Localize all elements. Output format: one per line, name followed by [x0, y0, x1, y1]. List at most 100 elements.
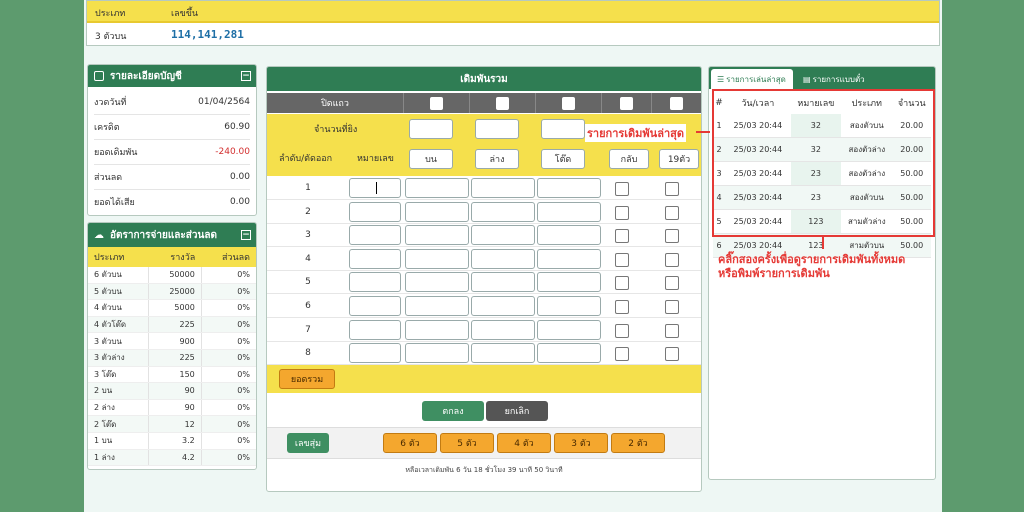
ok-button[interactable]: ตกลง	[422, 401, 484, 421]
bet-top-input[interactable]	[405, 248, 469, 269]
recent-row[interactable]: 4 25/03 20:44 23 สองตัวบน 50.00	[713, 185, 931, 210]
bet-entry-row: 6	[267, 295, 701, 318]
amount-top-input[interactable]	[409, 119, 453, 139]
cancel-button[interactable]: ยกเลิก	[486, 401, 548, 421]
account-row-value: -240.00	[215, 147, 250, 157]
bet-top-input[interactable]	[405, 319, 469, 340]
bet-top-input[interactable]	[405, 272, 469, 293]
bet-bottom-input[interactable]	[471, 272, 535, 293]
bet-number-input[interactable]	[349, 178, 401, 198]
bet-top-input[interactable]	[405, 343, 469, 364]
type-19-label[interactable]: 19ตัว	[659, 149, 699, 169]
recent-row[interactable]: 1 25/03 20:44 32 สองตัวบน 20.00	[713, 114, 931, 138]
bet-reverse-checkbox[interactable]	[615, 347, 629, 362]
bet-19-checkbox[interactable]	[665, 347, 679, 362]
bet-bottom-input[interactable]	[471, 201, 535, 222]
bet-number-input[interactable]	[349, 319, 401, 340]
close-col-reverse-checkbox[interactable]	[620, 96, 633, 110]
close-col-tod-checkbox[interactable]	[562, 96, 575, 110]
bet-reverse-checkbox[interactable]	[615, 276, 629, 291]
digit-button[interactable]: 5 ตัว	[440, 433, 494, 453]
bet-entry-index: 1	[305, 183, 311, 193]
bet-tod-input[interactable]	[537, 343, 601, 364]
bet-number-input[interactable]	[349, 272, 401, 293]
rates-prize: 225	[148, 316, 202, 334]
recent-datetime: 25/03 20:44	[725, 185, 791, 210]
recent-row[interactable]: 5 25/03 20:44 123 สามตัวล่าง 50.00	[713, 209, 931, 234]
bet-bottom-input[interactable]	[471, 248, 535, 269]
total-button[interactable]: ยอดรวม	[279, 369, 335, 389]
rates-discount: 0%	[200, 432, 256, 450]
amount-tod-input[interactable]	[541, 119, 585, 139]
bet-19-checkbox[interactable]	[665, 252, 679, 267]
type-reverse-label[interactable]: กลับ	[609, 149, 649, 169]
type-top-label[interactable]: บน	[409, 149, 453, 169]
bet-reverse-checkbox[interactable]	[615, 323, 629, 338]
digit-button[interactable]: 4 ตัว	[497, 433, 551, 453]
bet-bottom-input[interactable]	[471, 178, 535, 198]
recent-type: สองตัวบน	[841, 185, 893, 210]
bet-bottom-input[interactable]	[471, 225, 535, 246]
bet-19-checkbox[interactable]	[665, 300, 679, 314]
rates-col-discount: ส่วนลด	[201, 247, 256, 267]
bet-bottom-input[interactable]	[471, 296, 535, 316]
bet-bottom-input[interactable]	[471, 343, 535, 364]
bet-top-input[interactable]	[405, 296, 469, 316]
digit-button[interactable]: 6 ตัว	[383, 433, 437, 453]
bet-19-checkbox[interactable]	[665, 276, 679, 291]
bet-number-input[interactable]	[349, 296, 401, 316]
rates-row: 2 ล่าง 90 0%	[88, 399, 256, 417]
bet-tod-input[interactable]	[537, 319, 601, 340]
close-col-bottom-checkbox[interactable]	[496, 96, 509, 110]
rates-col-type: ประเภท	[88, 247, 149, 267]
tab-group[interactable]: ▤ รายการแบบตั๋ว	[797, 69, 893, 89]
bet-tod-input[interactable]	[537, 248, 601, 269]
close-col-top-checkbox[interactable]	[430, 96, 443, 110]
bet-reverse-checkbox[interactable]	[615, 229, 629, 244]
digit-button[interactable]: 3 ตัว	[554, 433, 608, 453]
bet-reverse-checkbox[interactable]	[615, 300, 629, 314]
bet-top-input[interactable]	[405, 178, 469, 198]
recent-index: 2	[713, 137, 725, 162]
recent-amount: 50.00	[892, 161, 931, 186]
recent-row[interactable]: 2 25/03 20:44 32 สองตัวล่าง 20.00	[713, 137, 931, 162]
collapse-icon[interactable]: −	[241, 230, 251, 240]
tab-latest[interactable]: ☰ รายการเล่นล่าสุด	[711, 69, 793, 89]
amount-bottom-input[interactable]	[475, 119, 519, 139]
recent-amount: 20.00	[892, 137, 931, 162]
bet-19-checkbox[interactable]	[665, 205, 679, 220]
bet-reverse-checkbox[interactable]	[615, 252, 629, 267]
rates-table: ประเภท รางวัล ส่วนลด 6 ตัวบน 50000 0% 5 ตัว…	[88, 247, 256, 467]
digit-button[interactable]: 2 ตัว	[611, 433, 665, 453]
recent-index: 5	[713, 209, 725, 234]
type-tod-label[interactable]: โต๊ด	[541, 149, 585, 169]
bet-19-checkbox[interactable]	[665, 323, 679, 338]
bet-tod-input[interactable]	[537, 296, 601, 316]
rates-row: 1 บน 3.2 0%	[88, 432, 256, 450]
bet-number-input[interactable]	[349, 343, 401, 364]
random-button[interactable]: เลขสุ่ม	[287, 433, 329, 453]
bet-number-input[interactable]	[349, 248, 401, 269]
bet-top-input[interactable]	[405, 225, 469, 246]
rates-prize: 5000	[148, 299, 202, 317]
bet-19-checkbox[interactable]	[665, 182, 679, 196]
bet-number-input[interactable]	[349, 201, 401, 222]
bet-19-checkbox[interactable]	[665, 229, 679, 244]
tab-latest-label: รายการเล่นล่าสุด	[726, 74, 786, 84]
type-bottom-label[interactable]: ล่าง	[475, 149, 519, 169]
recent-table: # วัน/เวลา หมายเลข ประเภท จำนวน 1 25/03 2…	[713, 92, 931, 258]
recent-row[interactable]: 3 25/03 20:44 23 สองตัวล่าง 50.00	[713, 161, 931, 186]
bet-top-input[interactable]	[405, 201, 469, 222]
bet-entry-row: 7	[267, 319, 701, 342]
bet-bottom-input[interactable]	[471, 319, 535, 340]
bet-reverse-checkbox[interactable]	[615, 205, 629, 220]
account-row-label: ยอดได้เสีย	[94, 198, 135, 208]
bet-number-input[interactable]	[349, 225, 401, 246]
close-col-19-checkbox[interactable]	[670, 96, 683, 110]
bet-reverse-checkbox[interactable]	[615, 182, 629, 196]
bet-tod-input[interactable]	[537, 272, 601, 293]
collapse-icon[interactable]: −	[241, 71, 251, 81]
bet-tod-input[interactable]	[537, 178, 601, 198]
bet-tod-input[interactable]	[537, 225, 601, 246]
bet-tod-input[interactable]	[537, 201, 601, 222]
